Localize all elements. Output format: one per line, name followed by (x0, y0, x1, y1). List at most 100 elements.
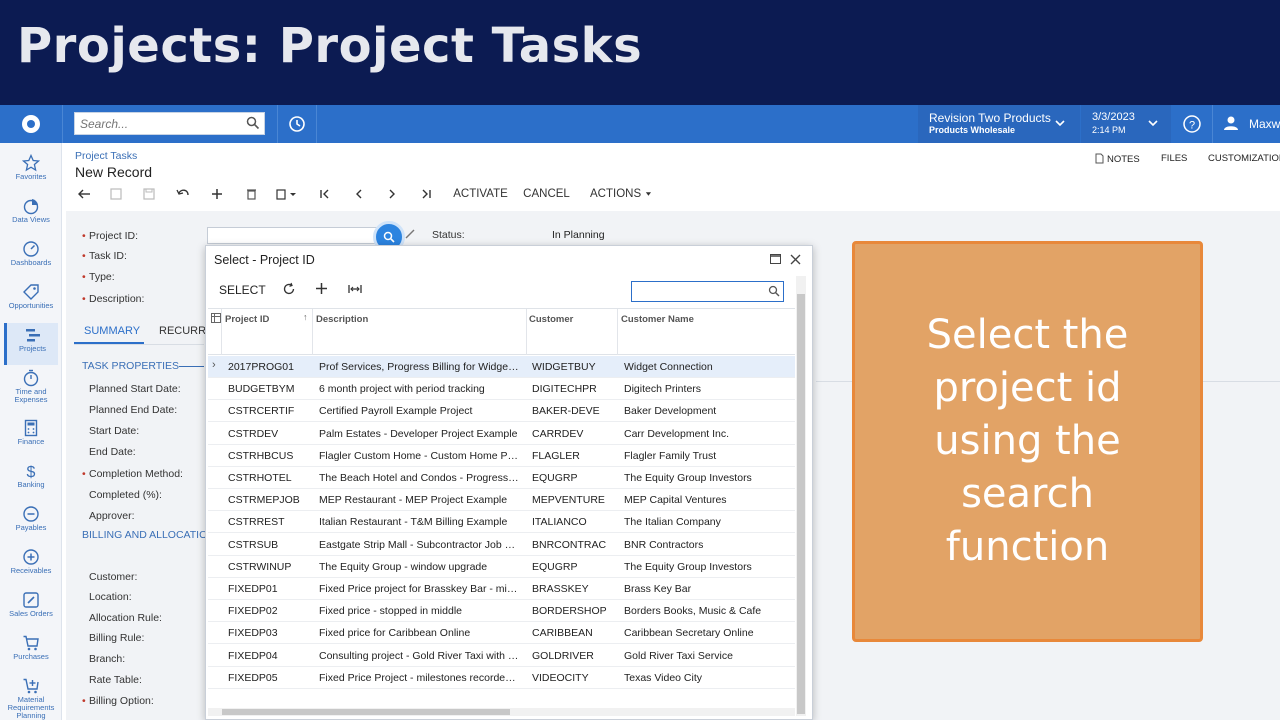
cell-project-id: FIXEDP05 (228, 671, 278, 684)
maximize-icon[interactable] (770, 254, 781, 267)
cancel-button[interactable]: CANCEL (523, 184, 570, 204)
nav-time-expenses[interactable]: Time and Expenses (4, 366, 58, 408)
nav-favorites[interactable]: Favorites (4, 151, 58, 193)
nav-receivables[interactable]: Receivables (4, 545, 58, 587)
first-record-icon[interactable] (315, 184, 335, 204)
user-menu[interactable]: Maxw (1213, 105, 1280, 143)
cell-description: Fixed price for Caribbean Online (319, 627, 471, 640)
horizontal-scrollbar[interactable] (208, 708, 795, 716)
section-billing-allocation[interactable]: BILLING AND ALLOCATION (82, 529, 215, 541)
search-icon[interactable] (246, 116, 260, 133)
last-record-icon[interactable] (416, 184, 436, 204)
nav-banking[interactable]: $ Banking (4, 459, 58, 501)
dialog-search-box[interactable] (631, 281, 784, 302)
table-row[interactable]: › 2017PROG01 Prof Services, Progress Billi… (208, 356, 795, 378)
table-row[interactable]: FIXEDP04 Consulting project - Gold River … (208, 645, 795, 667)
notes-button[interactable]: NOTES (1095, 153, 1140, 165)
files-button[interactable]: FILES (1161, 153, 1187, 164)
history-icon[interactable] (278, 105, 316, 143)
nav-purchases[interactable]: Purchases (4, 631, 58, 673)
tab-summary[interactable]: SUMMARY (84, 325, 140, 337)
nav-material-requirements[interactable]: Material Requirements Planning (4, 674, 58, 720)
cell-customer: BAKER-DEVE (532, 405, 600, 418)
tab-recurring[interactable]: RECURRI (159, 325, 209, 337)
table-row[interactable]: BUDGETBYM 6 month project with period tra… (208, 378, 795, 401)
cell-customer: WIDGETBUY (532, 361, 596, 373)
nav-projects[interactable]: Projects (4, 323, 58, 365)
table-row[interactable]: FIXEDP03 Fixed price for Caribbean Online… (208, 622, 795, 645)
project-id-field[interactable] (207, 227, 392, 244)
cell-description: Certified Payroll Example Project (319, 405, 473, 418)
customization-button[interactable]: CUSTOMIZATION (1208, 153, 1280, 164)
cell-project-id: BUDGETBYM (228, 383, 295, 396)
sort-ascending-icon[interactable]: ↑ (303, 312, 308, 322)
back-icon[interactable] (74, 184, 94, 204)
table-row[interactable]: CSTRDEV Palm Estates - Developer Project … (208, 423, 795, 445)
undo-icon[interactable] (173, 184, 193, 204)
nav-label: Opportunities (8, 301, 54, 310)
nav-opportunities[interactable]: Opportunities (4, 280, 58, 322)
actions-menu[interactable]: ACTIONS (590, 184, 652, 204)
table-row[interactable]: CSTRREST Italian Restaurant - T&M Billing… (208, 511, 795, 534)
previous-record-icon[interactable] (349, 184, 369, 204)
search-icon[interactable] (768, 285, 780, 300)
table-row[interactable]: FIXEDP05 Fixed Price Project - milestones… (208, 667, 795, 689)
pie-chart-icon (23, 199, 39, 215)
nav-finance[interactable]: Finance (4, 416, 58, 458)
planned-end-label: Planned End Date: (89, 404, 178, 416)
top-bar: Revision Two Products Products Wholesale… (0, 105, 1280, 143)
column-header-customer-name[interactable]: Customer Name (621, 314, 694, 325)
table-row[interactable]: CSTRSUB Eastgate Strip Mall - Subcontract… (208, 534, 795, 556)
help-icon[interactable]: ? (1172, 105, 1212, 143)
table-row[interactable]: FIXEDP02 Fixed price - stopped in middle B… (208, 600, 795, 623)
delete-icon[interactable] (241, 184, 261, 204)
copy-paste-icon[interactable] (274, 184, 300, 204)
dialog-search-input[interactable] (632, 282, 762, 301)
table-row[interactable]: CSTRWINUP The Equity Group - window upgra… (208, 556, 795, 578)
global-search-input[interactable] (75, 113, 235, 134)
nav-label: Receivables (10, 566, 52, 575)
cell-description: 6 month project with period tracking (319, 383, 485, 396)
next-record-icon[interactable] (382, 184, 402, 204)
edit-icon[interactable] (405, 229, 415, 239)
activate-button[interactable]: ACTIVATE (453, 184, 508, 204)
add-icon[interactable] (315, 282, 328, 298)
column-settings-icon[interactable] (211, 313, 221, 326)
nav-payables[interactable]: Payables (4, 502, 58, 544)
cell-customer-name: The Equity Group Investors (624, 560, 752, 573)
nav-dashboards[interactable]: Dashboards (4, 237, 58, 279)
banner-title: Projects: Project Tasks (17, 18, 643, 74)
cell-description: Palm Estates - Developer Project Example (319, 427, 518, 440)
acumatica-logo-icon[interactable] (0, 105, 62, 143)
save-close-icon[interactable] (106, 184, 126, 204)
nav-data-views[interactable]: Data Views (4, 194, 58, 236)
select-button[interactable]: SELECT (219, 283, 266, 297)
table-row[interactable]: FIXEDP01 Fixed Price project for Brasskey… (208, 578, 795, 600)
fit-columns-icon[interactable] (348, 282, 362, 299)
cell-description: Prof Services, Progress Billing for Widg… (319, 361, 519, 373)
refresh-icon[interactable] (282, 282, 296, 299)
cell-customer: BNRCONTRAC (532, 538, 607, 551)
column-header-project-id[interactable]: Project ID (225, 314, 269, 325)
section-task-properties[interactable]: TASK PROPERTIES (82, 360, 179, 372)
add-icon[interactable] (207, 184, 227, 204)
global-search[interactable] (74, 112, 265, 135)
status-value[interactable]: In Planning (552, 229, 605, 241)
table-row[interactable]: CSTRHOTEL The Beach Hotel and Condos - Pr… (208, 467, 795, 489)
user-name: Maxw (1249, 117, 1280, 131)
tenant-selector[interactable]: Revision Two Products Products Wholesale (918, 105, 1080, 143)
close-icon[interactable] (790, 252, 801, 270)
nav-sales-orders[interactable]: Sales Orders (4, 588, 58, 630)
tenant-branch: Products Wholesale (929, 125, 1016, 135)
table-row[interactable]: CSTRHBCUS Flagler Custom Home - Custom Ho… (208, 445, 795, 467)
save-icon[interactable] (139, 184, 159, 204)
vertical-scrollbar[interactable] (796, 276, 806, 716)
breadcrumb[interactable]: Project Tasks (75, 150, 137, 162)
table-row[interactable]: CSTRCERTIF Certified Payroll Example Proj… (208, 400, 795, 423)
column-header-customer[interactable]: Customer (529, 314, 573, 325)
date-selector[interactable]: 3/3/2023 2:14 PM (1081, 105, 1171, 143)
cell-project-id: CSTRMEPJOB (228, 494, 300, 507)
column-header-description[interactable]: Description (316, 314, 368, 325)
table-row[interactable]: CSTRMEPJOB MEP Restaurant - MEP Project E… (208, 489, 795, 512)
cell-project-id: CSTRSUB (228, 538, 279, 551)
